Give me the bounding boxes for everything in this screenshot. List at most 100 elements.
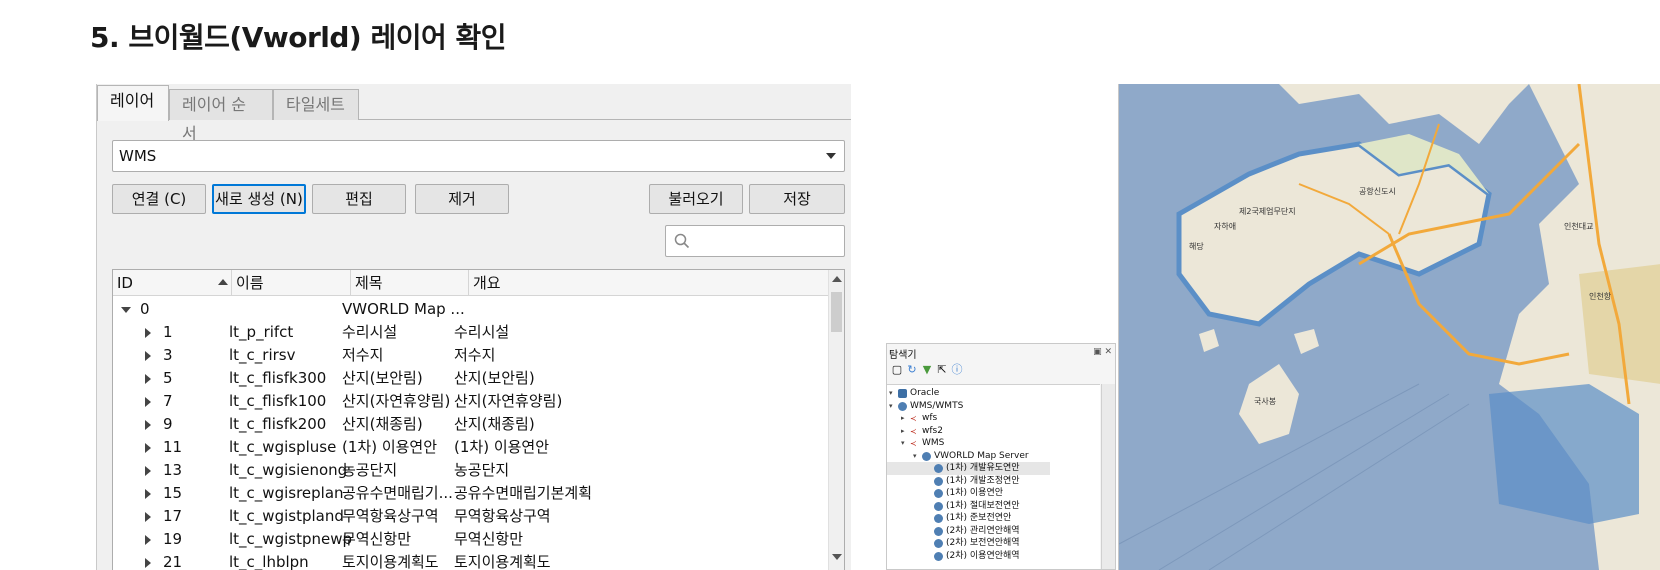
map-canvas[interactable]: 제2국제업무단지 자하애 해당 공항신도시 인천대교 국사봉 인천항 xyxy=(1118,84,1660,570)
expand-arrow-icon[interactable] xyxy=(145,374,151,384)
tree-caret-icon[interactable]: ▾ xyxy=(913,450,917,463)
row-abstract: 산지(자연휴양림) xyxy=(454,392,563,410)
table-row[interactable]: 15 lt_c_wgisreplan 공유수면매립기... 공유수면매립기본계획 xyxy=(113,482,829,505)
map-label: 인천항 xyxy=(1589,291,1612,301)
vertical-scrollbar[interactable] xyxy=(828,270,844,570)
table-row[interactable]: 5 lt_c_flisfk300 산지(보안림) 산지(보안림) xyxy=(113,367,829,390)
scroll-down-icon[interactable] xyxy=(832,554,842,560)
row-name: lt_c_rirsv xyxy=(229,346,296,364)
panel-window-buttons[interactable]: ▣ ✕ xyxy=(1093,347,1112,357)
browser-item[interactable]: ▾ ≺ WMS xyxy=(887,437,1050,450)
table-row[interactable]: 19 lt_c_wgistpnewp 무역신항만 무역신항만 xyxy=(113,528,829,551)
new-connection-button[interactable]: 새로 생성 (N) xyxy=(212,184,306,214)
browser-item[interactable]: ▾ WMS/WMTS xyxy=(887,400,1050,413)
tree-caret-icon[interactable]: ▾ xyxy=(901,437,905,450)
expand-arrow-icon[interactable] xyxy=(145,397,151,407)
tree-caret-icon[interactable]: ▸ xyxy=(901,425,905,438)
tab-tilesets[interactable]: 타일세트 xyxy=(273,89,359,120)
browser-item[interactable]: ▾ Oracle xyxy=(887,387,1050,400)
refresh-icon[interactable]: ↻ xyxy=(906,364,918,376)
browser-item-label: (1차) 이용연안 xyxy=(946,488,1004,498)
layer-tree[interactable]: ID 이름 제목 개요 0 VWORLD Map ... 1 lt_p_rifct… xyxy=(112,269,845,570)
table-row[interactable]: 17 lt_c_wgistpland 무역항육상구역 무역항육상구역 xyxy=(113,505,829,528)
add-layer-icon[interactable]: ▢ xyxy=(891,364,903,376)
browser-panel: 탐색기 ▣ ✕ ▢ ↻ ▼ ⇱ ⓘ ▾ Oracle ▾ WMS/WMTS ▸ ≺ wfs ▸… xyxy=(886,343,1116,570)
browser-tree[interactable]: ▾ Oracle ▾ WMS/WMTS ▸ ≺ wfs ▸ ≺ wfs2 ▾ ≺ WMS ▾ VWORLD … xyxy=(887,384,1100,569)
table-row[interactable]: 21 lt_c_lhblpn 토지이용계획도 토지이용계획도 xyxy=(113,551,829,570)
expand-arrow-icon[interactable] xyxy=(145,558,151,568)
browser-item-label: (1차) 준보전연안 xyxy=(946,513,1012,523)
browser-item[interactable]: (1차) 준보전연안 xyxy=(887,512,1050,525)
browser-item[interactable]: (2차) 보전연안해역 xyxy=(887,537,1050,550)
browser-item-label: Oracle xyxy=(910,388,940,398)
tab-layer-order[interactable]: 레이어 순서 xyxy=(169,89,273,143)
browser-item-label: (1차) 절대보전연안 xyxy=(946,500,1020,511)
row-id: 17 xyxy=(163,507,183,525)
expand-arrow-icon[interactable] xyxy=(145,420,151,430)
browser-item-label: wfs2 xyxy=(922,425,943,436)
row-id: 21 xyxy=(163,553,183,570)
row-id: 15 xyxy=(163,484,183,502)
tree-caret-icon[interactable]: ▸ xyxy=(901,412,905,425)
remove-button[interactable]: 제거 xyxy=(415,184,509,214)
browser-item[interactable]: (2차) 이용연안해역 xyxy=(887,550,1050,563)
table-row[interactable]: 9 lt_c_flisfk200 산지(채종림) 산지(채종림) xyxy=(113,413,829,436)
browser-item-label: (2차) 이용연안해역 xyxy=(946,550,1020,561)
info-icon[interactable]: ⓘ xyxy=(951,364,963,376)
tree-root-row[interactable]: 0 VWORLD Map ... xyxy=(113,298,829,321)
column-header-title[interactable]: 제목 xyxy=(351,270,469,296)
expand-arrow-icon[interactable] xyxy=(145,351,151,361)
browser-item[interactable]: (1차) 개발조정연안 xyxy=(887,475,1050,488)
expand-arrow-icon[interactable] xyxy=(145,328,151,338)
connection-select[interactable]: WMS xyxy=(112,140,845,172)
row-name: lt_c_lhblpn xyxy=(229,553,309,570)
edit-button[interactable]: 편집 xyxy=(312,184,406,214)
collapse-arrow-icon[interactable] xyxy=(121,307,131,313)
globe-icon xyxy=(934,464,943,473)
browser-item[interactable]: ▸ ≺ wfs xyxy=(887,412,1050,425)
row-title: 토지이용계획도 xyxy=(342,553,439,570)
browser-item[interactable]: (1차) 이용연안 xyxy=(887,487,1050,500)
collapse-all-icon[interactable]: ⇱ xyxy=(936,364,948,376)
expand-arrow-icon[interactable] xyxy=(145,535,151,545)
browser-item[interactable]: ▸ ≺ wfs2 xyxy=(887,425,1050,438)
row-title: VWORLD Map ... xyxy=(342,300,465,318)
expand-arrow-icon[interactable] xyxy=(145,489,151,499)
search-input[interactable] xyxy=(665,225,845,257)
layer-table-header: ID 이름 제목 개요 xyxy=(113,270,829,296)
expand-arrow-icon[interactable] xyxy=(145,443,151,453)
tree-caret-icon[interactable]: ▾ xyxy=(889,400,893,413)
table-row[interactable]: 7 lt_c_flisfk100 산지(자연휴양림) 산지(자연휴양림) xyxy=(113,390,829,413)
column-header-abstract[interactable]: 개요 xyxy=(469,270,829,296)
browser-item-label: (2차) 관리연안해역 xyxy=(946,525,1020,536)
browser-item[interactable]: (1차) 개발유도연안 xyxy=(887,462,1050,475)
browser-item[interactable]: (2차) 관리연안해역 xyxy=(887,525,1050,538)
expand-arrow-icon[interactable] xyxy=(145,466,151,476)
scrollbar-thumb[interactable] xyxy=(831,292,842,332)
row-name: lt_c_wgisreplan xyxy=(229,484,344,502)
table-row[interactable]: 1 lt_p_rifct 수리시설 수리시설 xyxy=(113,321,829,344)
table-row[interactable]: 11 lt_c_wgispluse (1차) 이용연안 (1차) 이용연안 xyxy=(113,436,829,459)
browser-item[interactable]: (1차) 절대보전연안 xyxy=(887,500,1050,513)
tab-layers[interactable]: 레이어 xyxy=(97,85,169,121)
map-drawing: 제2국제업무단지 자하애 해당 공항신도시 인천대교 국사봉 인천항 xyxy=(1119,84,1660,570)
load-button[interactable]: 불러오기 xyxy=(649,184,743,214)
scroll-up-icon[interactable] xyxy=(832,276,842,282)
filter-icon[interactable]: ▼ xyxy=(921,364,933,376)
tree-caret-icon[interactable]: ▾ xyxy=(889,387,893,400)
save-button[interactable]: 저장 xyxy=(749,184,845,214)
map-label: 해당 xyxy=(1189,241,1204,251)
expand-arrow-icon[interactable] xyxy=(145,512,151,522)
row-abstract: 수리시설 xyxy=(454,323,510,341)
column-header-id[interactable]: ID xyxy=(113,270,232,296)
row-id: 13 xyxy=(163,461,183,479)
browser-item-label: VWORLD Map Server xyxy=(934,450,1029,461)
table-row[interactable]: 3 lt_c_rirsv 저수지 저수지 xyxy=(113,344,829,367)
connect-button[interactable]: 연결 (C) xyxy=(112,184,206,214)
row-name: lt_c_flisfk100 xyxy=(229,392,327,410)
browser-item[interactable]: ▾ VWORLD Map Server xyxy=(887,450,1050,463)
row-id: 19 xyxy=(163,530,183,548)
table-row[interactable]: 13 lt_c_wgisienong 농공단지 농공단지 xyxy=(113,459,829,482)
browser-scrollbar[interactable] xyxy=(1101,384,1115,569)
column-header-name[interactable]: 이름 xyxy=(232,270,351,296)
